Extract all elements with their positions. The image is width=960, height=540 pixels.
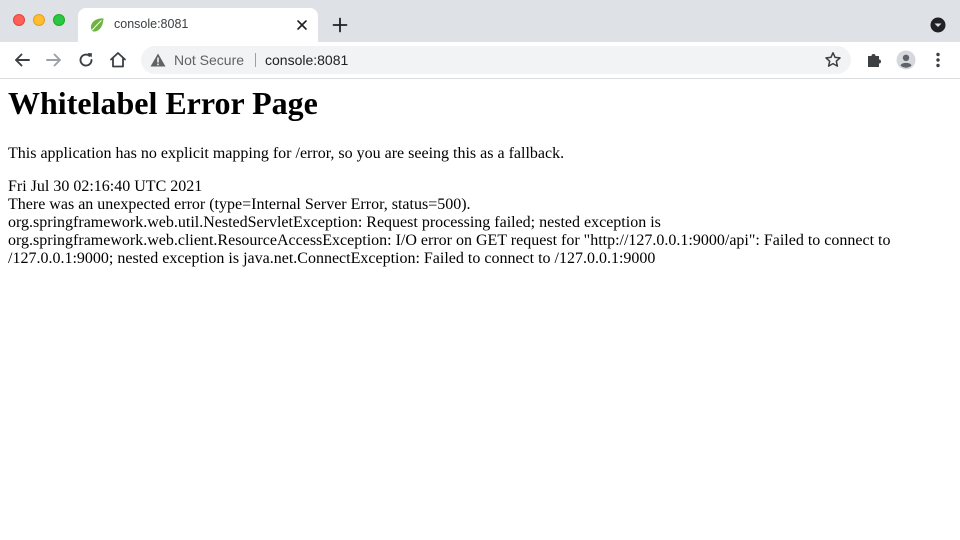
error-message: This application has no explicit mapping… [8, 145, 565, 162]
close-tab-icon[interactable] [294, 17, 310, 33]
security-status-label[interactable]: Not Secure [174, 52, 244, 68]
tab-strip: console:8081 [0, 0, 960, 42]
stack-trace-line: org.springframework.web.util.NestedServl… [8, 214, 661, 231]
reload-icon[interactable] [76, 50, 96, 70]
page-title: Whitelabel Error Page [8, 85, 318, 121]
error-timestamp: Fri Jul 30 02:16:40 UTC 2021 [8, 178, 203, 195]
tab-title: console:8081 [114, 17, 189, 31]
page-content: Whitelabel Error Page This application h… [0, 79, 960, 540]
more-menu-icon[interactable] [928, 50, 948, 70]
profile-avatar-icon[interactable] [896, 50, 916, 70]
extensions-puzzle-icon[interactable] [864, 50, 884, 70]
address-bar[interactable]: Not Secure console:8081 [141, 46, 851, 74]
tab-search-icon[interactable] [928, 15, 948, 35]
maximize-window-button[interactable] [53, 14, 65, 26]
error-details: Fri Jul 30 02:16:40 UTC 2021 There was a… [8, 178, 952, 268]
stack-trace-line: org.springframework.web.client.ResourceA… [8, 232, 891, 249]
stack-trace-line: /127.0.0.1:9000; nested exception is jav… [8, 250, 656, 267]
home-icon[interactable] [108, 50, 128, 70]
close-window-button[interactable] [13, 14, 25, 26]
warning-icon[interactable] [150, 53, 166, 67]
minimize-window-button[interactable] [33, 14, 45, 26]
browser-toolbar: Not Secure console:8081 [0, 42, 960, 79]
error-summary: There was an unexpected error (type=Inte… [8, 196, 471, 213]
back-arrow-icon[interactable] [12, 50, 32, 70]
spring-leaf-icon [90, 18, 104, 32]
url-text[interactable]: console:8081 [265, 52, 348, 68]
forward-arrow-icon[interactable] [44, 50, 64, 70]
address-separator [255, 53, 256, 67]
active-tab[interactable]: console:8081 [78, 8, 318, 42]
new-tab-icon[interactable] [330, 15, 350, 35]
bookmark-star-icon[interactable] [824, 51, 842, 69]
